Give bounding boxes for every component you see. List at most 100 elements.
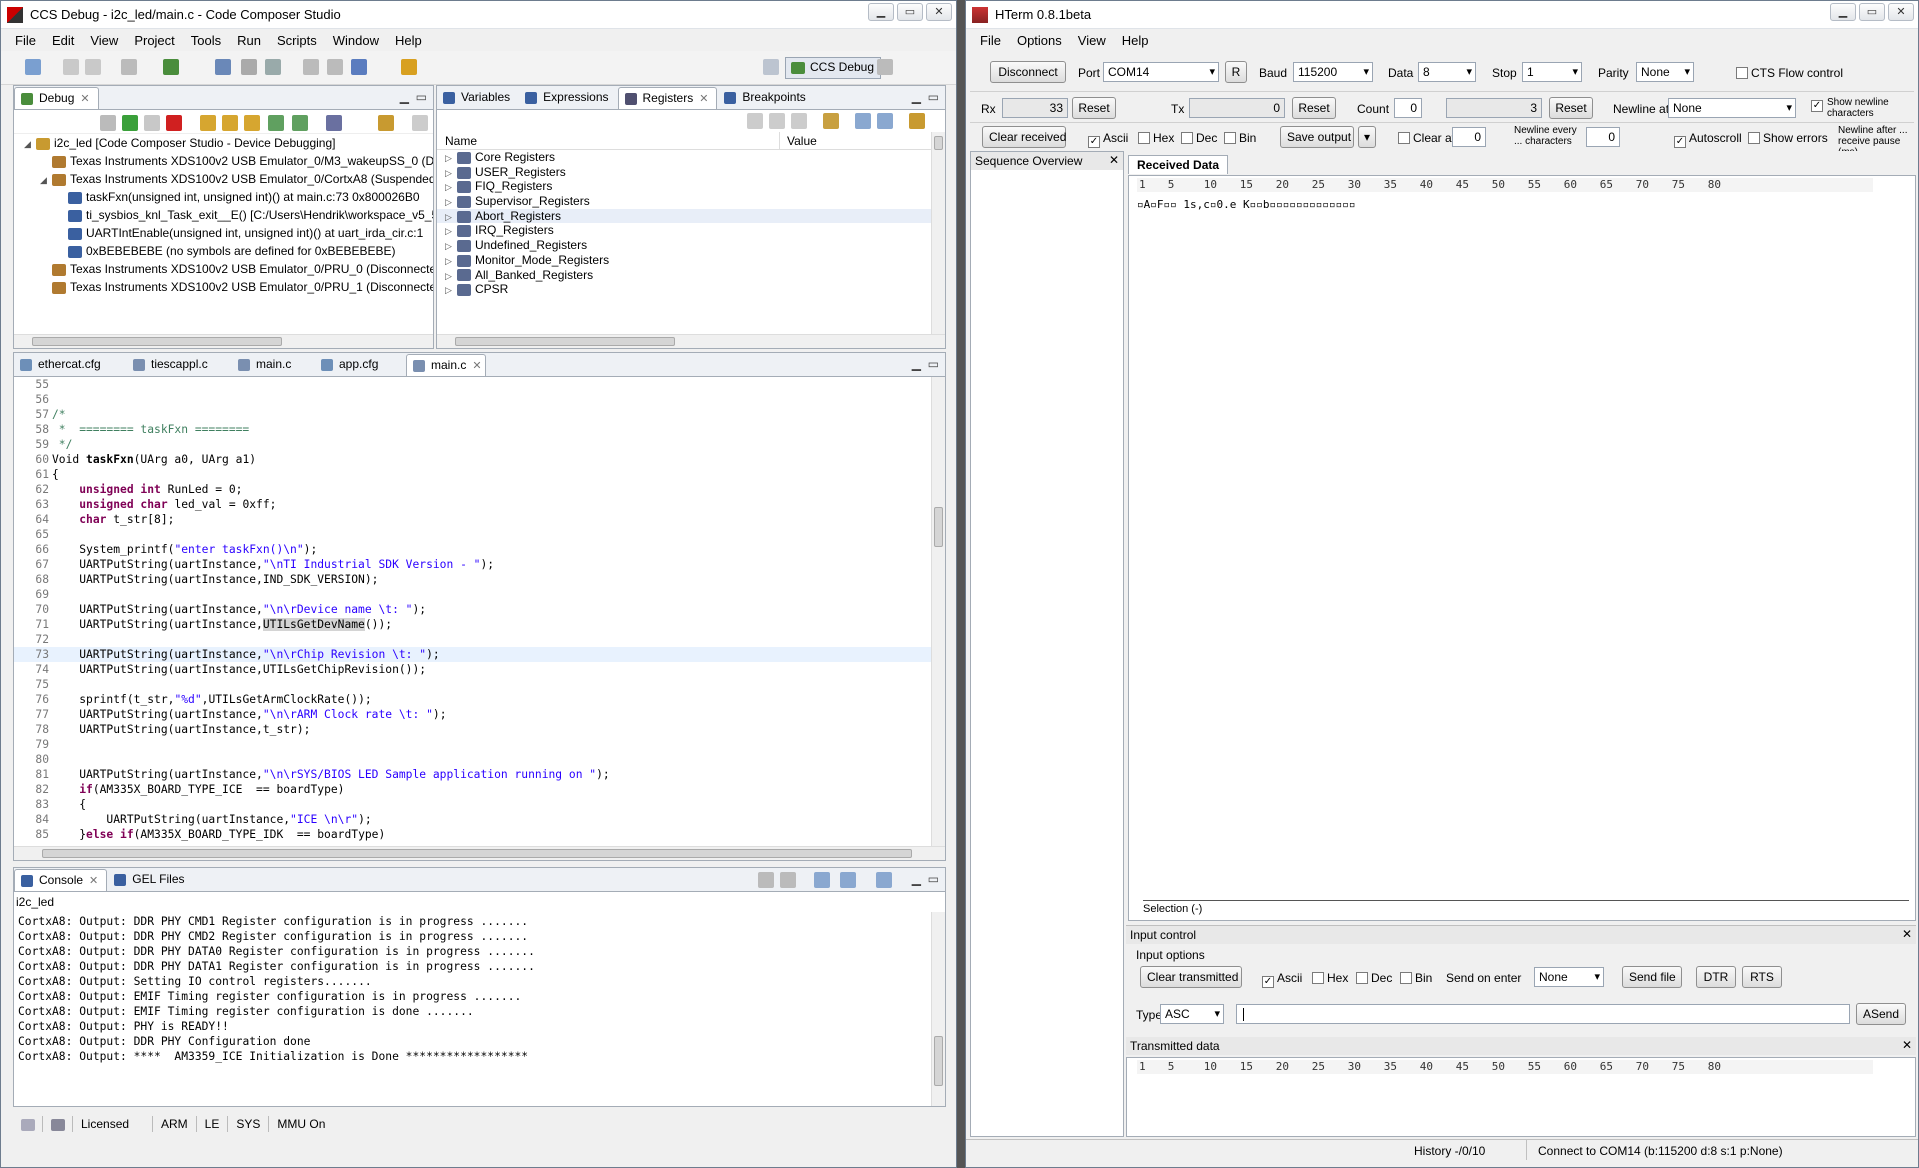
tab-main-c-1[interactable]: main.c [232,354,314,376]
new-icon[interactable] [25,59,41,75]
tab-tiescappl-c[interactable]: tiescappl.c [127,354,231,376]
baud-select[interactable]: 115200 [1293,62,1373,82]
send-input[interactable] [1236,1004,1850,1024]
expand-icon[interactable]: ▷ [445,224,457,239]
expand-icon[interactable]: ◢ [40,171,52,189]
maximize-button[interactable]: ▭ [1859,3,1885,21]
minimize-button[interactable]: ▁ [1830,3,1856,21]
tools-icon[interactable] [401,59,417,75]
scroll-lock-icon[interactable] [780,872,796,888]
expand-icon[interactable]: ▷ [445,180,457,195]
refresh-icon[interactable] [378,115,394,131]
debug-icon[interactable] [163,59,179,75]
tab-gel-files[interactable]: GEL Files [108,869,192,891]
register-group-row[interactable]: ▷ Supervisor_Registers [437,194,931,209]
autoscroll-checkbox[interactable]: ✓ Autoscroll [1674,131,1742,148]
layout-icon[interactable] [791,113,807,129]
disconnect-button[interactable]: Disconnect [990,61,1066,83]
debug-hscroll[interactable] [14,334,433,348]
debug-tree-item[interactable]: ◢ i2c_led [Code Composer Studio - Device … [14,134,433,152]
stop-bits-select[interactable]: 1 [1522,62,1582,82]
menu-window[interactable]: Window [325,33,387,48]
code-editor[interactable]: 55 56 57/* 58 * ======== taskFxn ======== 59… [14,377,931,846]
tab-app-cfg[interactable]: app.cfg [315,354,405,376]
hex-checkbox[interactable]: Hex [1138,131,1174,145]
close-icon[interactable]: ✕ [472,360,481,372]
step-asm-icon[interactable] [268,115,284,131]
perspective-ccs-debug[interactable]: CCS Debug [785,57,882,79]
collapse-all-icon[interactable] [747,113,763,129]
print-icon[interactable] [121,59,137,75]
format-icon[interactable] [823,113,839,129]
expand-icon[interactable]: ▷ [445,195,457,210]
expand-icon[interactable]: ▷ [445,254,457,269]
clear-at-checkbox[interactable]: Clear at [1398,131,1455,145]
expand-icon[interactable]: ▷ [445,283,457,298]
debug-tree-item[interactable]: Texas Instruments XDS100v2 USB Emulator_… [14,278,433,296]
tab-ethercat-cfg[interactable]: ethercat.cfg [14,354,126,376]
tab-expressions[interactable]: Expressions [519,87,616,109]
status-icon-2[interactable] [43,1116,73,1132]
refresh-icon[interactable] [909,113,925,129]
flash-icon[interactable] [265,59,281,75]
tab-breakpoints[interactable]: Breakpoints [718,87,813,109]
load-icon[interactable] [241,59,257,75]
restart-icon[interactable] [327,59,343,75]
console-vscroll[interactable] [931,912,945,1106]
register-group-row[interactable]: ▷ USER_Registers [437,165,931,180]
register-group-row[interactable]: ▷ Core Registers [437,150,931,165]
menu-file[interactable]: File [7,33,44,48]
register-group-row[interactable]: ▷ FIQ_Registers [437,179,931,194]
tab-debug[interactable]: Debug ✕ [14,87,99,109]
close-icon[interactable]: ✕ [1109,153,1119,167]
debug-tree-item[interactable]: taskFxn(unsigned int, unsigned int)() at… [14,188,433,206]
status-icon-1[interactable] [13,1116,43,1132]
tx-reset-button[interactable]: Reset [1292,97,1336,119]
expand-icon[interactable]: ▷ [445,151,457,166]
register-group-row[interactable]: ▷ IRQ_Registers [437,223,931,238]
menu-project[interactable]: Project [126,33,182,48]
menu-edit[interactable]: Edit [44,33,82,48]
minimize-view-icon[interactable]: ▁ [400,90,409,104]
save-icon[interactable] [63,59,79,75]
minimize-view-icon[interactable]: ▁ [912,872,921,886]
view-menu-icon[interactable] [412,115,428,131]
save-output-dropdown[interactable]: ▾ [1358,126,1376,148]
menu-view[interactable]: View [1070,33,1114,48]
clear-transmitted-button[interactable]: Clear transmitted [1140,966,1242,988]
rts-button[interactable]: RTS [1742,966,1782,988]
open-perspective-icon[interactable] [763,59,779,75]
registers-hscroll[interactable] [437,334,945,348]
step-into-icon[interactable] [200,115,216,131]
save-all-icon[interactable] [85,59,101,75]
resume-icon[interactable] [122,115,138,131]
maximize-view-icon[interactable]: ▭ [928,357,939,371]
tx-bin-checkbox[interactable]: Bin [1400,971,1432,985]
newline-every-input[interactable]: 0 [1586,127,1620,147]
tx-dec-checkbox[interactable]: Dec [1356,971,1392,985]
perspective-menu-icon[interactable] [877,59,893,75]
step-over-icon[interactable] [222,115,238,131]
clear-received-button[interactable]: Clear received [982,126,1066,148]
connect-icon[interactable] [351,59,367,75]
show-errors-checkbox[interactable]: Show errors [1748,131,1828,145]
send-file-button[interactable]: Send file [1622,966,1682,988]
debug-tree-item[interactable]: 0xBEBEBEBE (no symbols are defined for 0… [14,242,433,260]
tx-hex-checkbox[interactable]: Hex [1312,971,1348,985]
register-group-row[interactable]: ▷ Undefined_Registers [437,238,931,253]
close-button[interactable]: ✕ [926,3,952,21]
menu-options[interactable]: Options [1009,33,1070,48]
newline-at-select[interactable]: None [1668,98,1796,118]
debug-tree-item[interactable]: ti_sysbios_knl_Task_exit__E() [C:/Users\… [14,206,433,224]
received-data-area[interactable]: 1 5 10 15 20 25 30 35 40 45 50 55 60 65 70 75 80 ▫A▫F▫▫ … [1128,175,1916,921]
data-bits-select[interactable]: 8 [1418,62,1476,82]
minimize-button[interactable]: ▁ [868,3,894,21]
menu-view[interactable]: View [82,33,126,48]
pin-icon[interactable] [877,113,893,129]
goto-icon[interactable] [769,113,785,129]
refresh-ports-button[interactable]: R [1225,61,1247,83]
registers-vscroll[interactable] [931,132,945,334]
dec-checkbox[interactable]: Dec [1181,131,1217,145]
expand-icon[interactable]: ◢ [24,135,36,153]
debug-tree-item[interactable]: UARTIntEnable(unsigned int, unsigned int… [14,224,433,242]
